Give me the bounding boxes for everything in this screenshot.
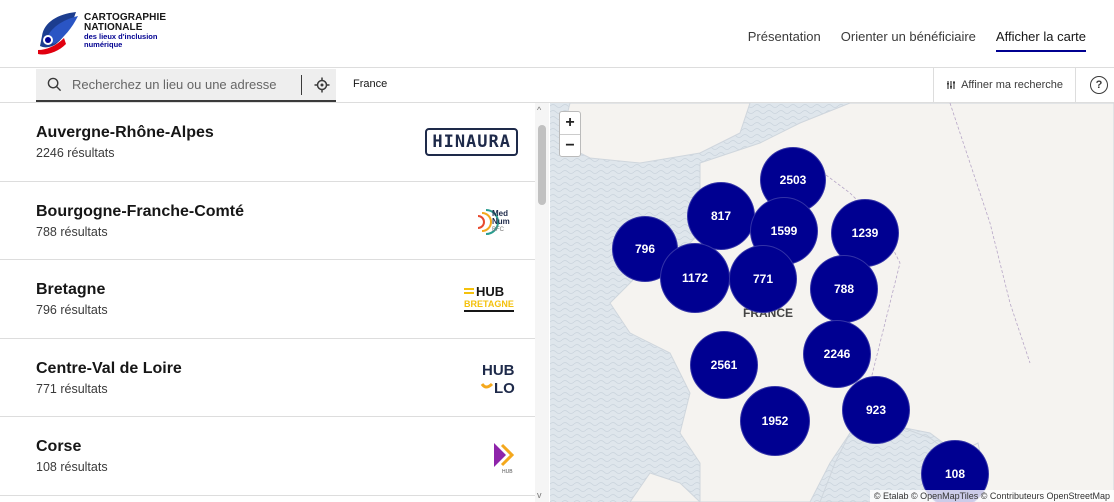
brand-title[interactable]: CARTOGRAPHIE NATIONALE des lieux d'inclu… [84, 13, 166, 49]
svg-text:BRETAGNE: BRETAGNE [464, 299, 514, 309]
zoom-in-button[interactable]: + [560, 112, 580, 134]
list-scrollbar[interactable]: ^ v [535, 103, 549, 502]
refine-search-button[interactable]: Affiner ma recherche [933, 68, 1076, 102]
svg-text:LO: LO [494, 380, 515, 397]
search-divider [301, 74, 302, 95]
region-name: Corse [36, 438, 82, 455]
search-toolbar: Recherchez un lieu ou une adresse France… [0, 67, 1114, 103]
svg-text:HUB: HUB [482, 362, 515, 379]
region-name: Auvergne-Rhône-Alpes [36, 124, 214, 141]
region-count: 2246 résultats [36, 146, 115, 160]
search-input[interactable]: Recherchez un lieu ou une adresse [36, 69, 336, 102]
map-cluster[interactable]: 923 [842, 376, 910, 444]
hinaura-logo-text: HINAURA [425, 128, 518, 156]
refine-search-label: Affiner ma recherche [961, 79, 1063, 91]
scroll-down-icon[interactable]: v [537, 490, 542, 500]
breadcrumb-france[interactable]: France [353, 78, 387, 90]
scroll-up-icon[interactable]: ^ [537, 105, 541, 115]
nav-orienter-beneficiaire[interactable]: Orienter un bénéficiaire [841, 29, 976, 52]
map-cluster[interactable]: 817 [687, 182, 755, 250]
region-list: Auvergne-Rhône-Alpes 2246 résultats HINA… [0, 103, 549, 502]
map-attribution[interactable]: © Etalab © OpenMapTiles © Contributeurs … [869, 490, 1114, 502]
svg-text:HUB: HUB [476, 284, 504, 299]
list-item[interactable]: Centre-Val de Loire 771 résultats HUB LO [0, 339, 548, 417]
nav-afficher-carte[interactable]: Afficher la carte [995, 29, 1086, 52]
nav-presentation[interactable]: Présentation [748, 29, 821, 52]
region-name: Centre-Val de Loire [36, 359, 182, 377]
map-cluster[interactable]: 2246 [803, 320, 871, 388]
zoom-out-button[interactable]: − [560, 134, 580, 156]
region-count: 788 résultats [36, 224, 108, 239]
svg-text:Num: Num [492, 217, 510, 226]
search-placeholder: Recherchez un lieu ou une adresse [72, 77, 277, 92]
help-icon[interactable]: ? [1090, 76, 1108, 94]
map-view[interactable]: + − FRANCE 2503 817 1599 1239 796 1172 7… [550, 103, 1114, 502]
scrollbar-thumb[interactable] [538, 125, 546, 205]
map-cluster[interactable]: 771 [729, 245, 797, 313]
list-item[interactable]: Bretagne 796 résultats HUB BRETAGNE [0, 260, 548, 339]
list-item[interactable]: Auvergne-Rhône-Alpes 2246 résultats HINA… [0, 103, 548, 182]
hub-lo-logo-icon: HUB LO [478, 359, 518, 397]
brand-line-4: numérique [84, 40, 123, 49]
svg-text:HUB: HUB [502, 469, 513, 475]
map-cluster[interactable]: 1952 [740, 386, 810, 456]
zoom-control: + − [559, 111, 581, 157]
cartographie-logo-icon[interactable] [36, 10, 84, 56]
map-cluster[interactable]: 2561 [690, 331, 758, 399]
geolocate-icon[interactable] [308, 77, 336, 93]
region-count: 108 résultats [36, 460, 108, 474]
mednum-bfc-logo-icon: Med Num BFC [474, 202, 518, 240]
hub-corse-logo-icon: HUB [488, 437, 518, 475]
list-item[interactable]: Bourgogne-Franche-Comté 788 résultats Me… [0, 182, 548, 260]
map-cluster[interactable]: 788 [810, 255, 878, 323]
hub-bretagne-logo-icon: HUB BRETAGNE [458, 280, 518, 318]
region-count: 796 résultats [36, 303, 108, 317]
search-icon [36, 77, 72, 92]
region-name: Bourgogne-Franche-Comté [36, 202, 244, 220]
map-cluster[interactable]: 1172 [660, 243, 730, 313]
list-item[interactable]: Corse 108 résultats HUB [0, 417, 548, 496]
svg-text:BFC: BFC [492, 227, 505, 233]
region-count: 771 résultats [36, 381, 108, 396]
main-nav: Présentation Orienter un bénéficiaire Af… [748, 29, 1086, 52]
filter-icon [947, 81, 956, 89]
site-header: CARTOGRAPHIE NATIONALE des lieux d'inclu… [0, 0, 1114, 67]
region-name: Bretagne [36, 281, 106, 298]
hinaura-logo-icon: HINAURA [425, 123, 518, 161]
